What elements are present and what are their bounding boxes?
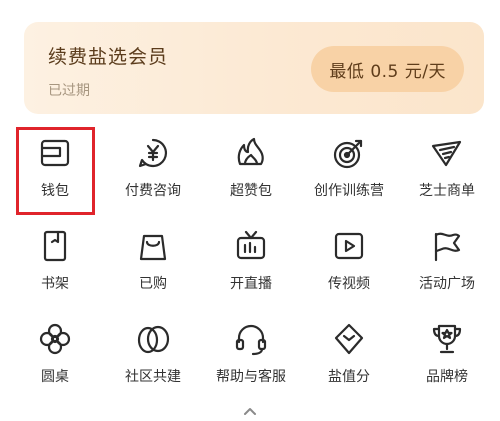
service-grid: 钱包 付费咨询 超赞包 创作训练营 芝士商单 书架 已购 开直播 传视频 活动广… xyxy=(0,124,500,403)
service-item-roundtable[interactable]: 圆桌 xyxy=(5,310,105,396)
service-item-activity-square[interactable]: 活动广场 xyxy=(397,217,497,303)
diamond-icon xyxy=(332,322,366,356)
overlap-circles-icon xyxy=(136,322,170,356)
bookshelf-icon xyxy=(38,229,72,263)
flag-icon xyxy=(430,229,464,263)
video-play-icon xyxy=(332,229,366,263)
service-row: 圆桌 社区共建 帮助与客服 盐值分 品牌榜 xyxy=(0,310,500,403)
service-item-paid-consult[interactable]: 付费咨询 xyxy=(103,124,203,210)
vip-renewal-card[interactable]: 续费盐选会员 已过期 最低 0.5 元/天 xyxy=(24,22,484,114)
service-item-label: 超赞包 xyxy=(230,183,272,199)
service-item-label: 开直播 xyxy=(230,276,272,292)
collapse-toggle[interactable] xyxy=(242,402,258,415)
service-item-label: 芝士商单 xyxy=(419,183,475,199)
flower-icon xyxy=(38,322,72,356)
service-item-label: 书架 xyxy=(41,276,69,292)
service-item-label: 圆桌 xyxy=(41,369,69,385)
live-tv-icon xyxy=(234,229,268,263)
target-icon xyxy=(332,136,366,170)
yen-chat-icon xyxy=(136,136,170,170)
service-item-label: 帮助与客服 xyxy=(216,369,286,385)
service-item-label: 钱包 xyxy=(41,183,69,199)
service-item-upload-video[interactable]: 传视频 xyxy=(299,217,399,303)
service-item-label: 已购 xyxy=(139,276,167,292)
service-item-help-support[interactable]: 帮助与客服 xyxy=(201,310,301,396)
service-item-super-like[interactable]: 超赞包 xyxy=(201,124,301,210)
service-item-label: 盐值分 xyxy=(328,369,370,385)
headset-icon xyxy=(234,322,268,356)
service-item-brand-ranking[interactable]: 品牌榜 xyxy=(397,310,497,396)
service-item-label: 传视频 xyxy=(328,276,370,292)
cheese-icon xyxy=(430,136,464,170)
service-row: 钱包 付费咨询 超赞包 创作训练营 芝士商单 xyxy=(0,124,500,217)
service-item-bookshelf[interactable]: 书架 xyxy=(5,217,105,303)
chevron-up-icon xyxy=(242,402,258,421)
service-item-label: 品牌榜 xyxy=(426,369,468,385)
service-row: 书架 已购 开直播 传视频 活动广场 xyxy=(0,217,500,310)
service-item-cheese-deals[interactable]: 芝士商单 xyxy=(397,124,497,210)
service-panel: 续费盐选会员 已过期 最低 0.5 元/天 钱包 付费咨询 超赞包 创作训练营 … xyxy=(0,0,500,421)
vip-title: 续费盐选会员 xyxy=(48,46,169,68)
service-item-salt-score[interactable]: 盐值分 xyxy=(299,310,399,396)
service-item-label: 社区共建 xyxy=(125,369,181,385)
service-item-label: 付费咨询 xyxy=(125,183,181,199)
vip-status: 已过期 xyxy=(48,83,90,99)
service-item-wallet[interactable]: 钱包 xyxy=(5,124,105,210)
service-item-go-live[interactable]: 开直播 xyxy=(201,217,301,303)
service-item-community[interactable]: 社区共建 xyxy=(103,310,203,396)
trophy-icon xyxy=(430,322,464,356)
service-item-purchased[interactable]: 已购 xyxy=(103,217,203,303)
shopping-bag-icon xyxy=(136,229,170,263)
service-item-label: 活动广场 xyxy=(419,276,475,292)
wallet-icon xyxy=(38,136,72,170)
vip-price-button[interactable]: 最低 0.5 元/天 xyxy=(311,46,464,92)
flame-icon xyxy=(234,136,268,170)
service-item-creator-camp[interactable]: 创作训练营 xyxy=(299,124,399,210)
service-item-label: 创作训练营 xyxy=(314,183,384,199)
